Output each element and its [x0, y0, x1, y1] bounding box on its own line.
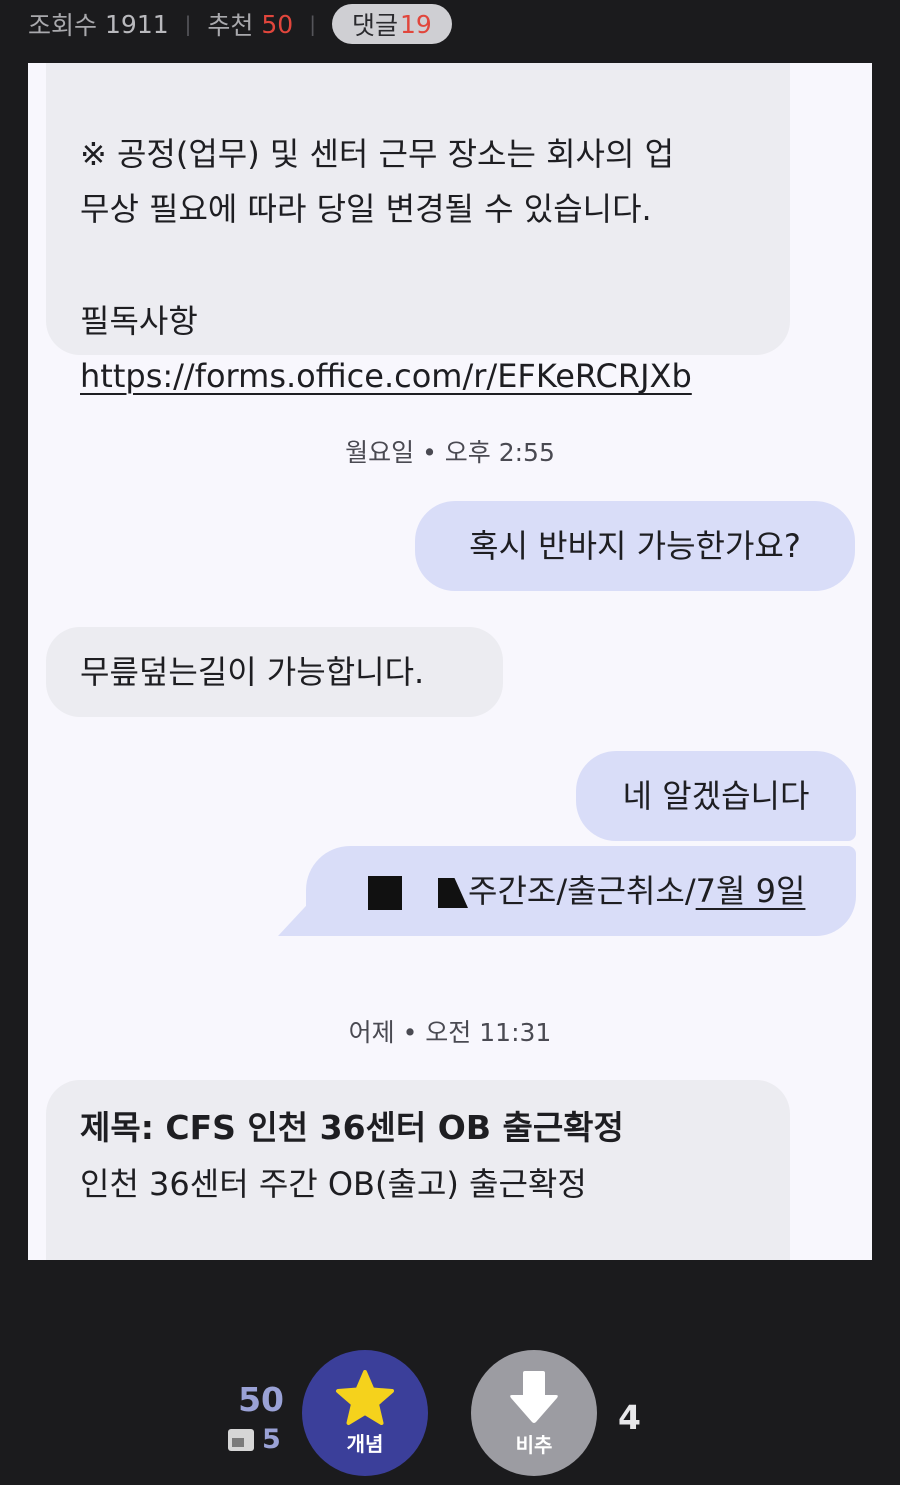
sent-message-bubble: 주간조/출근취소/7월 9일: [306, 846, 856, 936]
down-arrow-icon: [510, 1370, 558, 1423]
redaction-block: [368, 876, 402, 910]
sent-message-bubble: 혹시 반바지 가능한가요?: [415, 501, 855, 591]
shift-text: 주간조/출근취소/: [468, 872, 696, 910]
confirm-message-bubble: 제목: CFS 인천 36센터 OB 출근확정 인천 36센터 주간 OB(출고…: [46, 1080, 790, 1260]
notice-message-bubble: ※ 공정(업무) 및 센터 근무 장소는 회사의 업 무상 필요에 따라 당일 …: [46, 63, 790, 395]
image-icon: [228, 1428, 254, 1451]
redaction-block: [438, 878, 468, 908]
sent-message-bubble: 네 알겠습니다: [576, 751, 856, 841]
notice-line: 무상 필요에 따라 당일 변경될 수 있습니다.: [80, 190, 652, 228]
comments-count: 19: [399, 9, 432, 39]
confirm-body: 인천 36센터 주간 OB(출고) 출근확정: [80, 1165, 587, 1203]
divider: |: [309, 12, 316, 36]
timestamp: 어제 • 오전 11:31: [348, 1018, 552, 1047]
downvote-count: 4: [618, 1398, 641, 1437]
upvote-label: 개념: [346, 1431, 384, 1456]
shift-date: 7월 9일: [695, 872, 806, 910]
star-icon: [336, 1369, 394, 1425]
views-label: 조회수: [28, 11, 98, 40]
sub-count-value: 5: [262, 1424, 281, 1455]
downvote-label: 비추: [515, 1432, 553, 1457]
received-message-bubble: 무릎덮는길이 가능합니다.: [46, 627, 503, 717]
notice-line: ※ 공정(업무) 및 센터 근무 장소는 회사의 업: [80, 135, 675, 173]
confirm-subject: 제목: CFS 인천 36센터 OB 출근확정: [80, 1108, 624, 1147]
required-label: 필독사항: [80, 302, 198, 340]
upvote-count: 50: [238, 1380, 284, 1419]
divider: |: [184, 12, 192, 36]
post-stats-bar: 조회수 1911 | 추천 50 | 댓글 19: [28, 0, 452, 48]
downvote-button[interactable]: 비추: [471, 1350, 597, 1476]
comments-button[interactable]: 댓글 19: [331, 4, 452, 44]
required-link[interactable]: https://forms.office.com/r/EFKeRCRJXb: [80, 349, 756, 404]
message-screenshot: ※ 공정(업무) 및 센터 근무 장소는 회사의 업 무상 필요에 따라 당일 …: [28, 63, 872, 1260]
recommend-label: 추천: [207, 11, 254, 40]
upvote-button[interactable]: 개념: [302, 1350, 428, 1476]
timestamp: 월요일 • 오후 2:55: [345, 438, 555, 467]
recommend-count: 50: [261, 9, 294, 39]
fixed-upvote-count: 5: [228, 1424, 281, 1455]
comments-label: 댓글: [351, 11, 398, 40]
views-count: 1911: [105, 9, 169, 39]
